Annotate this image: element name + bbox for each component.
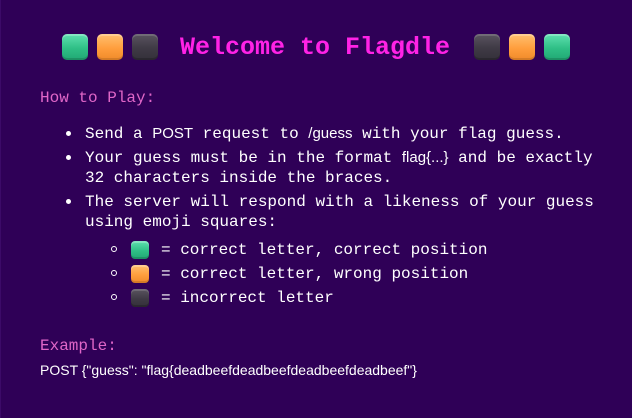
http-method: POST [152,125,194,142]
dark-square-icon [131,289,149,307]
right-square-group [474,34,571,60]
legend-text: = incorrect letter [161,289,334,307]
left-square-group [61,34,158,60]
instruction-text: request to [193,125,309,143]
legend-item-correct: = correct letter, correct position [109,238,604,262]
instructions-list: Send a POST request to /guess with your … [64,124,604,314]
instruction-text: Your guess must be in the format [85,149,402,167]
orange-square-icon [96,34,123,60]
dark-square-icon [131,34,158,60]
green-square-icon [131,241,149,259]
endpoint-path: /guess [308,125,353,142]
dark-square-icon [474,34,501,60]
page-title: Welcome to Flagdle [179,32,451,62]
legend-list: = correct letter, correct position = cor… [85,238,604,310]
green-square-icon [544,34,571,60]
example-request: POST {"guess": "flag{deadbeefdeadbeefdea… [40,362,417,378]
instruction-item-response: The server will respond with a likeness … [64,192,604,310]
instruction-text: with your flag guess. [352,125,564,143]
instruction-text: The server will respond with a likeness … [85,193,594,231]
instruction-item-post: Send a POST request to /guess with your … [64,124,604,144]
green-square-icon [61,34,88,60]
legend-text: = correct letter, correct position [161,241,488,259]
legend-item-misplaced: = correct letter, wrong position [109,262,604,286]
orange-square-icon [509,34,536,60]
legend-item-incorrect: = incorrect letter [109,286,604,310]
flag-format: flag{...} [401,149,449,166]
title-row: Welcome to Flagdle [0,29,632,65]
legend-text: = correct letter, wrong position [161,265,469,283]
orange-square-icon [131,265,149,283]
instruction-item-format: Your guess must be in the format flag{..… [64,148,604,188]
how-to-play-heading: How to Play: [40,89,156,107]
instruction-text: Send a [85,125,153,143]
example-heading: Example: [40,337,117,355]
